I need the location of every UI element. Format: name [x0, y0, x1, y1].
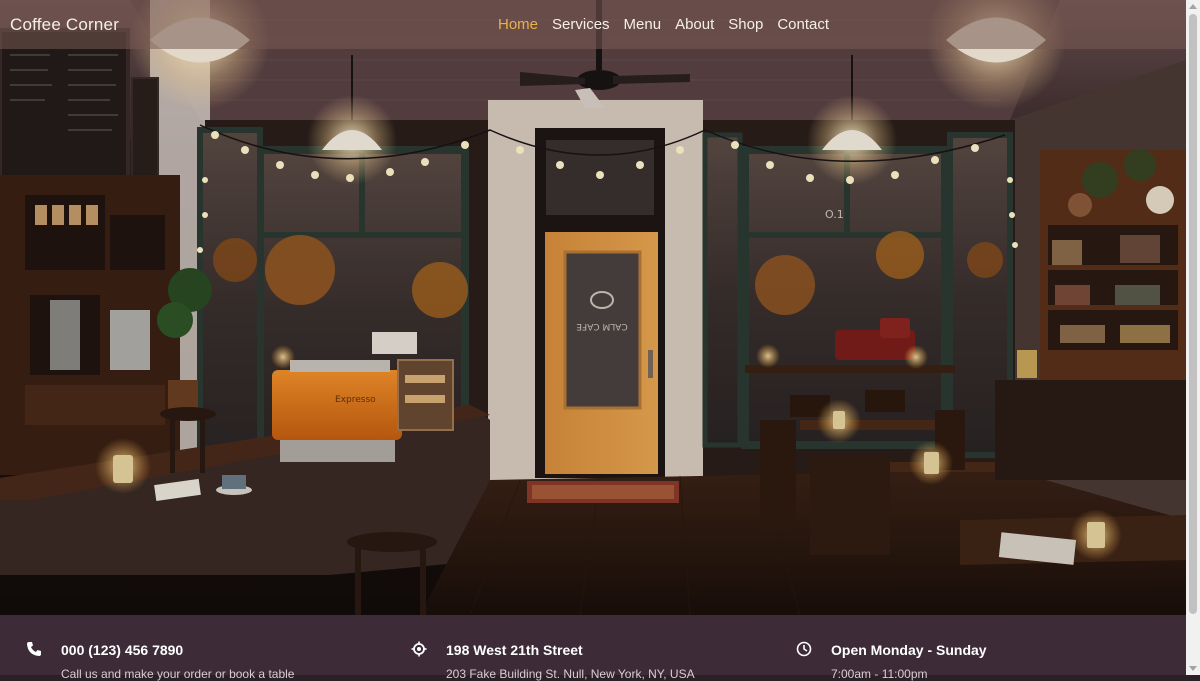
main-nav: Home Services Menu About Shop Contact — [498, 16, 829, 33]
location-icon — [411, 641, 427, 657]
info-address-title: 198 West 21th Street — [446, 642, 583, 658]
scrollbar-thumb[interactable] — [1189, 14, 1197, 614]
info-hours-title: Open Monday - Sunday — [831, 642, 987, 658]
nav-item-menu[interactable]: Menu — [624, 16, 662, 33]
info-phone-title: 000 (123) 456 7890 — [61, 642, 184, 658]
nav-item-services[interactable]: Services — [552, 16, 610, 33]
nav-item-about[interactable]: About — [675, 16, 714, 33]
cafe-interior-illustration: CALM CAFE O.1 Expresso — [0, 0, 1186, 615]
info-phone-sub: Call us and make your order or book a ta… — [61, 667, 295, 681]
brand-logo[interactable]: Coffee Corner — [10, 15, 119, 35]
info-address-sub: 203 Fake Building St. Null, New York, NY… — [446, 667, 695, 681]
navbar: Coffee Corner Home Services Menu About S… — [0, 0, 1186, 49]
info-hours-sub: 7:00am - 11:00pm — [831, 667, 928, 681]
scroll-up-arrow-icon[interactable] — [1189, 4, 1197, 9]
contact-info-bar: 000 (123) 456 7890 Call us and make your… — [0, 615, 1186, 681]
page-scrollbar[interactable] — [1186, 0, 1200, 675]
scroll-down-arrow-icon[interactable] — [1189, 666, 1197, 671]
nav-item-shop[interactable]: Shop — [728, 16, 763, 33]
nav-item-contact[interactable]: Contact — [777, 16, 829, 33]
clock-icon — [796, 641, 812, 657]
nav-item-home[interactable]: Home — [498, 16, 538, 33]
hero-image: CALM CAFE O.1 Expresso — [0, 0, 1186, 615]
phone-icon — [27, 642, 41, 656]
